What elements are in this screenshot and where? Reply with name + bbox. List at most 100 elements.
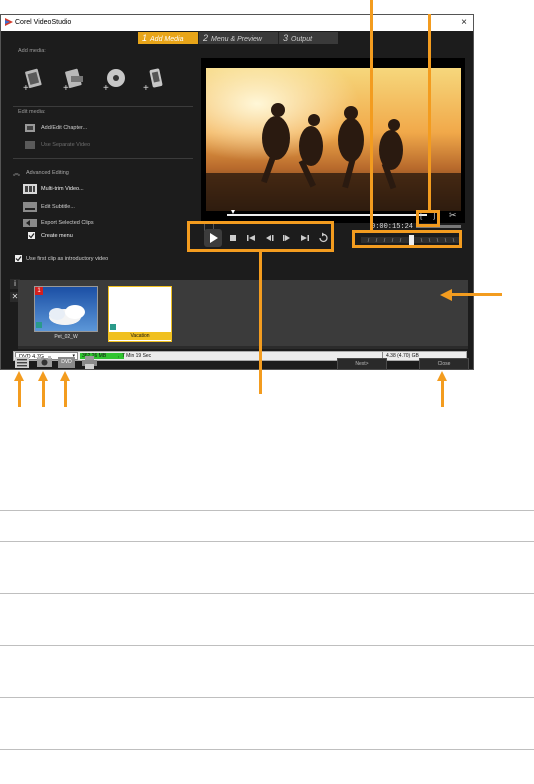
subtitle-icon [23,202,37,212]
callout-line-chapters [42,381,45,407]
create-menu-label: Create menu [41,233,73,239]
tab-label: Add Media [150,36,184,43]
callout-line-markers [428,14,431,210]
callout-box-right [437,210,440,227]
title-bar: Corel VideoStudio × [1,15,473,31]
table-rule [0,697,534,698]
callout-box-right [331,221,334,252]
next-frame-icon[interactable] [282,233,292,243]
checkmark-icon [15,256,22,262]
callout-arrow-close [437,371,447,381]
add-vr-video-icon[interactable]: + [61,67,87,93]
playhead-marker [231,210,235,214]
callout-line-strip [452,293,502,296]
multi-trim-video-link[interactable]: Multi-trim Video... [41,186,84,192]
add-edit-chapter-link[interactable]: Add/Edit Chapter... [41,125,87,131]
add-video-icon[interactable]: + [21,67,47,93]
video-clip-icon [110,324,116,330]
callout-line-settings [18,381,21,407]
edit-media-heading: Edit media: [18,109,46,115]
callout-box-top [187,221,334,224]
strip-scrollbar[interactable] [18,346,468,349]
callout-box-left [352,230,355,248]
table-rule [0,510,534,511]
callout-box-left [416,210,419,227]
table-rule [0,593,534,594]
window-title: Corel VideoStudio [15,19,72,26]
tab-output[interactable]: 3 Output [278,32,338,44]
clip-number-badge: 1 [35,287,43,295]
go-to-start-icon[interactable] [246,233,256,243]
scissors-icon[interactable]: ✂ [449,210,457,221]
tab-number: 3 [283,33,289,43]
chevron-up-icon[interactable]: ︽ [13,168,20,178]
divider [13,106,193,107]
printer-icon[interactable] [82,356,97,369]
advanced-editing-toggle[interactable]: Advanced Editing [26,170,69,176]
create-menu-checkbox[interactable] [28,232,35,239]
callout-box-bottom [352,245,462,248]
next-button[interactable]: Next> [337,358,387,370]
svg-text:+: + [63,83,69,93]
callout-line-playback [259,252,262,394]
edit-subtitle-link[interactable]: Edit Subtitle... [41,204,75,210]
checkmark-icon [28,233,35,239]
export-selected-clips-link[interactable]: Export Selected Clips [41,220,94,226]
callout-arrow-chapters [38,371,48,381]
close-button[interactable]: Close [419,358,469,370]
preview-image [206,68,461,211]
table-rule [0,749,534,750]
tab-add-media[interactable]: 1 Add Media [138,32,198,44]
callout-line-dvd [64,381,67,407]
export-clips-icon [23,219,37,227]
tab-label: Menu & Preview [211,36,262,43]
use-first-clip-checkbox[interactable] [15,255,22,262]
multi-trim-icon [23,184,37,194]
tab-number: 2 [203,33,209,43]
play-button[interactable] [204,228,222,248]
repeat-icon[interactable] [318,232,329,243]
preview-panel [201,58,465,223]
window-close-button[interactable]: × [461,17,467,28]
svg-text:+: + [23,83,29,93]
duration-text: 7 Min 19 Sec [122,353,152,359]
tab-menu-preview[interactable]: 2 Menu & Preview [198,32,278,44]
capacity-text: 4.38 (4.70) GB [386,353,419,359]
callout-arrow-strip [440,289,452,301]
preview-video-frame[interactable] [206,68,461,211]
tab-number: 1 [142,33,148,43]
video-clip-icon [36,322,42,328]
go-to-end-icon[interactable] [300,233,310,243]
add-media-heading: Add media: [18,48,46,54]
chapter-points-icon[interactable] [37,356,52,369]
clip-label: Pet_02_W [54,334,78,340]
project-settings-icon[interactable] [15,357,29,368]
tab-label: Output [291,36,313,43]
clip-thumbnail[interactable]: 1 Pet_02_W [34,286,98,340]
use-first-clip-label: Use first clip as introductory video [26,256,109,262]
previous-frame-icon[interactable] [264,233,274,243]
add-disc-icon[interactable]: + [101,67,127,93]
clip-thumbnail[interactable]: Vacation [108,286,172,342]
callout-arrow-dvd [60,371,70,381]
table-rule [0,541,534,542]
use-separate-video-link[interactable]: Use Separate Video [41,142,90,148]
callout-arrow-settings [14,371,24,381]
separate-video-icon [25,141,35,149]
app-logo-icon [5,18,13,26]
callout-box-top [352,230,462,233]
application-window: Corel VideoStudio × 1 Add Media 2 Menu & P… [0,14,474,370]
table-rule [0,645,534,646]
dvd-settings-button[interactable]: DVD [58,357,75,368]
callout-line-jog [370,0,373,230]
chapter-icon [25,124,35,132]
stop-icon[interactable] [228,233,238,243]
playback-controls [204,228,342,248]
media-clip-strip[interactable]: 1 Pet_02_W Vacation [18,280,468,346]
callout-line-close [441,381,444,407]
divider [13,158,193,159]
clip-preview-image [35,287,97,331]
callout-box-left [187,221,190,252]
add-mobile-device-icon[interactable]: + [141,67,167,93]
clip-label: Vacation [109,332,171,340]
